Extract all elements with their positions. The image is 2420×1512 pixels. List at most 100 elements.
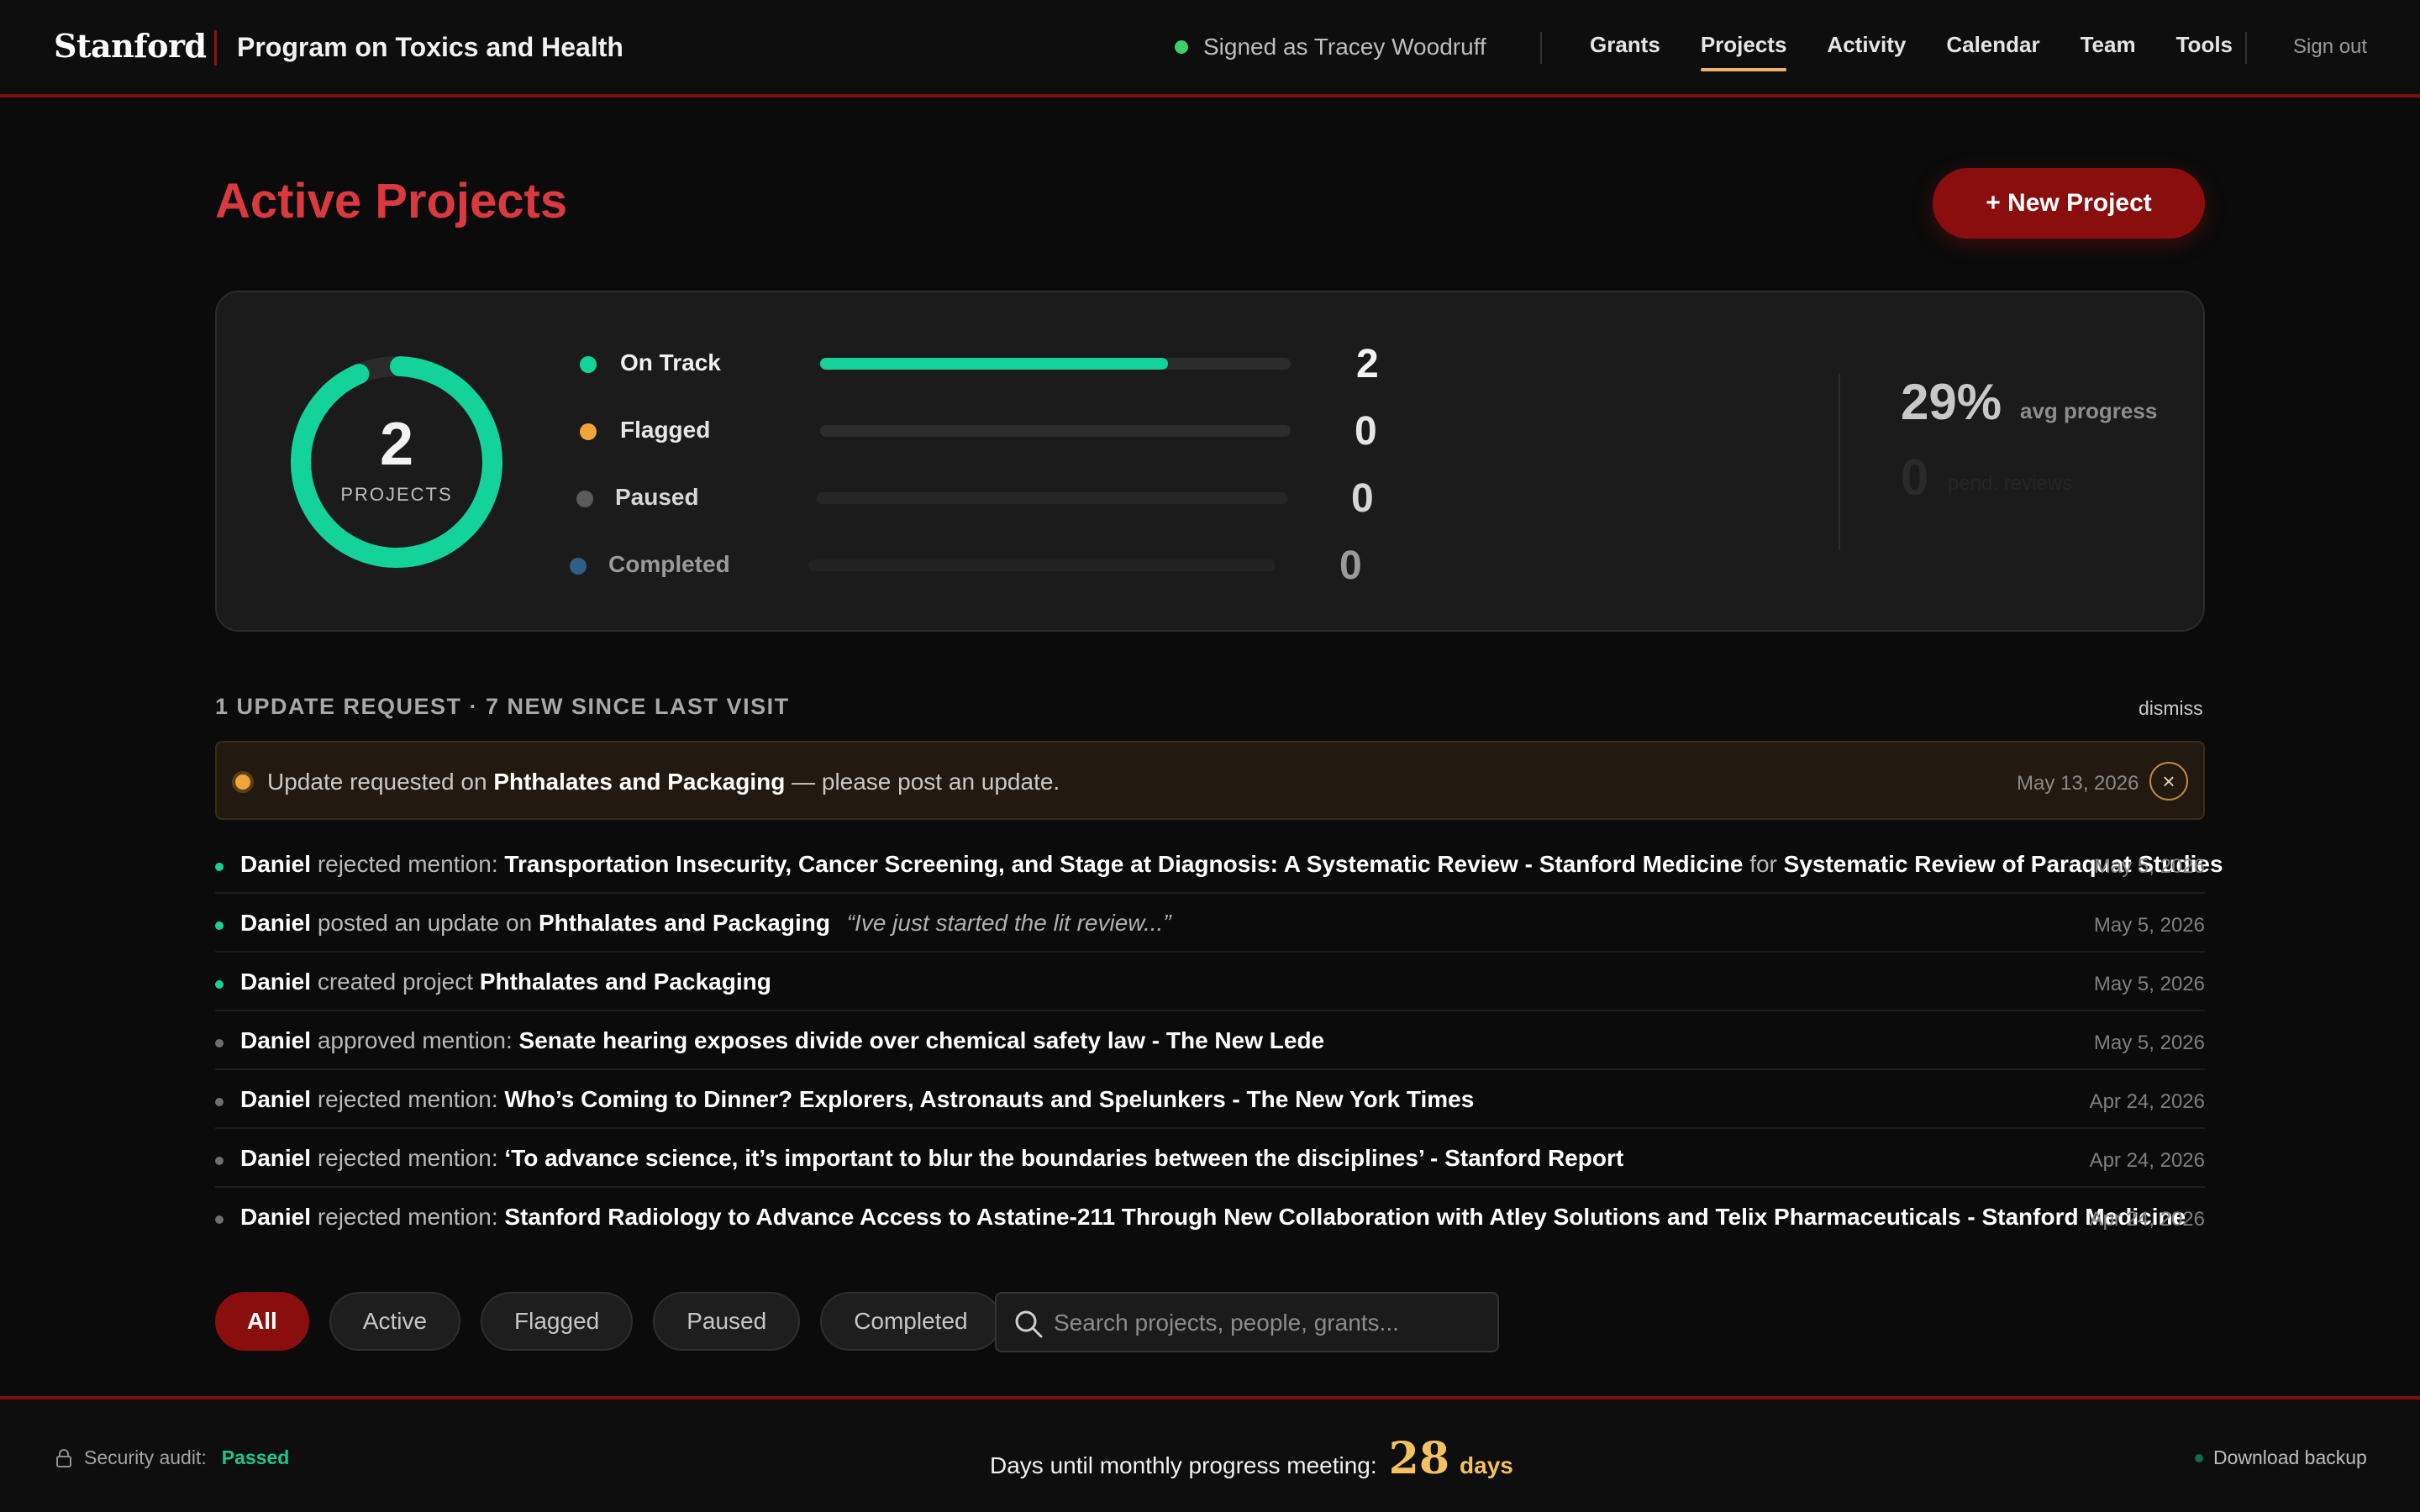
summary-divider xyxy=(1839,373,1840,549)
activity-item[interactable]: Daniel rejected mention: Stanford Radiol… xyxy=(215,1188,2205,1247)
nav-calendar[interactable]: Calendar xyxy=(1946,32,2039,71)
activity-item[interactable]: Daniel rejected mention: ‘To advance sci… xyxy=(215,1129,2205,1188)
status-count: 0 xyxy=(1355,409,1377,454)
activity-dot xyxy=(215,1039,224,1047)
program-name: Program on Toxics and Health xyxy=(237,32,623,62)
activity-item[interactable]: Daniel approved mention: Senate hearing … xyxy=(215,1011,2205,1070)
download-backup-link[interactable]: Download backup xyxy=(2195,1446,2367,1469)
new-activity-dot xyxy=(215,921,224,930)
activity-action: rejected mention: xyxy=(317,1204,498,1230)
updates-header: 1 UPDATE REQUEST · 7 NEW SINCE LAST VISI… xyxy=(215,694,790,719)
countdown-value: 28 xyxy=(1388,1433,1450,1484)
nav-tools[interactable]: Tools xyxy=(2176,32,2233,71)
activity-actor[interactable]: Daniel xyxy=(240,1027,311,1053)
activity-action: rejected mention: xyxy=(317,851,498,877)
status-row-flagged[interactable]: Flagged 0 xyxy=(580,409,1420,454)
security-audit-status: Security audit: Passed xyxy=(55,1446,289,1469)
status-row-on-track[interactable]: On Track 2 xyxy=(580,342,1420,386)
activity-date: Apr 24, 2026 xyxy=(2089,1090,2205,1113)
activity-quote: “Ive just started the lit review...” xyxy=(846,910,1171,936)
activity-target-link[interactable]: Stanford Radiology to Advance Access to … xyxy=(504,1204,2186,1230)
search-icon xyxy=(1015,1310,1043,1338)
secondary-stat-label: pend. reviews xyxy=(1948,472,2073,495)
request-date: May 13, 2026 xyxy=(2017,772,2139,795)
status-progress-track xyxy=(817,492,1287,504)
activity-target-link[interactable]: Who’s Coming to Dinner? Explorers, Astro… xyxy=(504,1086,1474,1112)
activity-text: Daniel rejected mention: Who’s Coming to… xyxy=(240,1086,1474,1113)
activity-date: May 5, 2026 xyxy=(2093,1032,2205,1054)
project-filter-bar: All Active Flagged Paused Completed xyxy=(215,1292,1022,1351)
activity-action: rejected mention: xyxy=(317,1086,498,1112)
close-icon[interactable]: × xyxy=(2149,762,2188,801)
filter-paused[interactable]: Paused xyxy=(653,1292,801,1351)
audit-status-badge: Passed xyxy=(221,1446,290,1468)
activity-dot xyxy=(215,1157,224,1165)
activity-actor[interactable]: Daniel xyxy=(240,910,311,936)
search-box[interactable] xyxy=(995,1292,1499,1352)
activity-date: Apr 24, 2026 xyxy=(2089,1208,2205,1231)
lock-icon xyxy=(56,1448,71,1467)
activity-text: Daniel rejected mention: ‘To advance sci… xyxy=(240,1145,1623,1172)
stanford-logo[interactable]: Stanford xyxy=(54,27,207,65)
nav-activity[interactable]: Activity xyxy=(1827,32,1906,71)
new-project-button[interactable]: + New Project xyxy=(1933,168,2205,239)
activity-actor[interactable]: Daniel xyxy=(240,1204,311,1230)
activity-date: May 5, 2026 xyxy=(2093,973,2205,995)
status-label: Flagged xyxy=(620,417,711,443)
activity-item[interactable]: Daniel created project Phthalates and Pa… xyxy=(215,953,2205,1011)
status-progress-track xyxy=(820,425,1291,437)
paused-dot xyxy=(576,491,593,507)
header-divider xyxy=(1540,32,1542,64)
activity-action: created project xyxy=(317,969,474,995)
signed-in-text: Signed as Tracey Woodruff xyxy=(1203,34,1486,60)
total-projects-label: PROJECTS xyxy=(340,484,453,505)
status-row-completed[interactable]: Completed 0 xyxy=(570,543,1410,588)
avg-progress-label: avg progress xyxy=(2020,398,2158,423)
flagged-dot xyxy=(580,423,597,440)
status-row-paused[interactable]: Paused 0 xyxy=(576,476,1417,521)
activity-target-link[interactable]: ‘To advance science, it’s important to b… xyxy=(504,1145,1623,1171)
status-label: Completed xyxy=(608,551,730,577)
secondary-stat-value: 0 xyxy=(1901,449,1929,506)
nav-team[interactable]: Team xyxy=(2081,32,2136,71)
search-input[interactable] xyxy=(1054,1302,1482,1344)
top-bar: Stanford Program on Toxics and Health Si… xyxy=(0,0,2420,97)
nav-grants[interactable]: Grants xyxy=(1590,32,1660,71)
filter-completed[interactable]: Completed xyxy=(820,1292,1002,1351)
dismiss-link[interactable]: dismiss xyxy=(2139,697,2203,720)
page-title: Active Projects xyxy=(215,174,568,228)
request-prefix: Update requested on xyxy=(267,769,487,795)
filter-flagged[interactable]: Flagged xyxy=(481,1292,634,1351)
activity-actor[interactable]: Daniel xyxy=(240,1086,311,1112)
activity-target-link[interactable]: Transportation Insecurity, Cancer Screen… xyxy=(504,851,1743,877)
main-nav: Grants Projects Activity Calendar Team T… xyxy=(1590,32,2273,71)
activity-actor[interactable]: Daniel xyxy=(240,851,311,877)
sign-out-link[interactable]: Sign out xyxy=(2293,35,2367,59)
request-project-link[interactable]: Phthalates and Packaging xyxy=(493,769,785,795)
activity-date: May 5, 2026 xyxy=(2093,914,2205,937)
status-label: On Track xyxy=(620,349,721,375)
status-progress-track xyxy=(808,559,1276,571)
backup-status-dot xyxy=(2195,1453,2203,1462)
activity-item[interactable]: Daniel rejected mention: Who’s Coming to… xyxy=(215,1070,2205,1129)
activity-actor[interactable]: Daniel xyxy=(240,969,311,995)
activity-text: Daniel rejected mention: Transportation … xyxy=(240,851,2223,878)
request-message: Update requested on Phthalates and Packa… xyxy=(267,769,1060,795)
nav-projects[interactable]: Projects xyxy=(1700,32,1786,71)
download-backup-label: Download backup xyxy=(2213,1446,2367,1468)
filter-all[interactable]: All xyxy=(215,1292,309,1351)
activity-item[interactable]: Daniel posted an update on Phthalates an… xyxy=(215,894,2205,953)
status-count: 2 xyxy=(1356,342,1379,386)
activity-text: Daniel approved mention: Senate hearing … xyxy=(240,1027,1324,1054)
activity-date: Apr 24, 2026 xyxy=(2089,1149,2205,1172)
online-status-dot xyxy=(1175,40,1188,54)
activity-target-link[interactable]: Phthalates and Packaging xyxy=(539,910,830,936)
activity-target-link[interactable]: Phthalates and Packaging xyxy=(480,969,771,995)
activity-action: posted an update on xyxy=(317,910,533,936)
signed-in-status: Signed as Tracey Woodruff xyxy=(1175,34,1486,60)
filter-active[interactable]: Active xyxy=(329,1292,461,1351)
countdown-text: Days until monthly progress meeting: xyxy=(990,1452,1377,1478)
activity-item[interactable]: Daniel rejected mention: Transportation … xyxy=(215,835,2223,894)
activity-actor[interactable]: Daniel xyxy=(240,1145,311,1171)
activity-target-link[interactable]: Senate hearing exposes divide over chemi… xyxy=(519,1027,1325,1053)
